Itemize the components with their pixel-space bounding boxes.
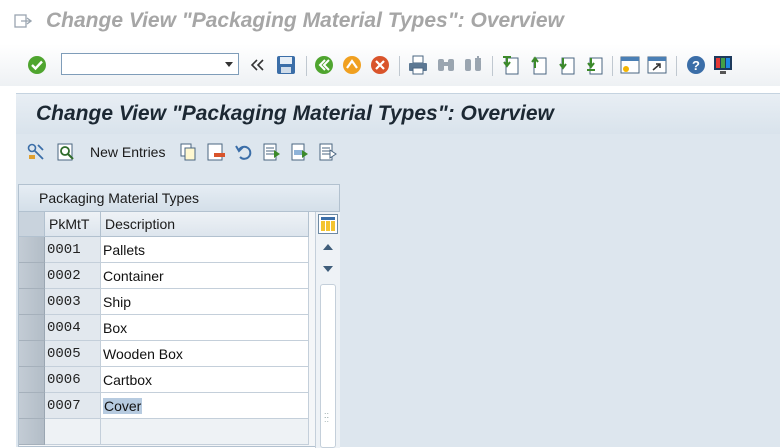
description-field[interactable]: Container	[101, 263, 309, 289]
toolbar-separator	[306, 56, 307, 76]
select-block-icon[interactable]	[290, 142, 310, 162]
find-next-icon[interactable]	[462, 54, 484, 76]
key-cell: 0004	[45, 315, 101, 341]
key-cell: 0007	[45, 393, 101, 419]
description-text: Cartbox	[103, 372, 153, 388]
toolbar-separator	[399, 56, 400, 76]
toolbar-separator	[492, 56, 493, 76]
table-row: 0006 Cartbox	[19, 367, 309, 393]
table-row: 0005 Wooden Box	[19, 341, 309, 367]
description-field[interactable]: Cartbox	[101, 367, 309, 393]
description-text: Ship	[103, 294, 132, 310]
cancel-icon[interactable]	[369, 54, 391, 76]
undo-icon[interactable]	[234, 142, 254, 162]
description-text: Wooden Box	[103, 346, 183, 362]
table-title-bar: Packaging Material Types	[19, 185, 339, 212]
key-cell: 0006	[45, 367, 101, 393]
column-header-pkmtt[interactable]: PkMtT	[45, 212, 101, 237]
new-entries-button[interactable]: New Entries	[90, 144, 165, 160]
key-cell: 0002	[45, 263, 101, 289]
help-icon[interactable]: ?	[685, 54, 707, 76]
table-row: 0003 Ship	[19, 289, 309, 315]
details-icon[interactable]	[56, 142, 76, 162]
key-cell: 0001	[45, 237, 101, 263]
exit-icon[interactable]	[341, 54, 363, 76]
shortcut-icon[interactable]	[646, 54, 668, 76]
more-icon[interactable]	[249, 56, 265, 78]
new-session-icon[interactable]	[619, 54, 641, 76]
description-field[interactable]: Ship	[101, 289, 309, 315]
description-text: Pallets	[103, 242, 146, 258]
table-row: 0007 Cover	[19, 393, 309, 419]
vertical-scrollbar[interactable]: ::::	[315, 212, 340, 448]
scroll-down-icon[interactable]	[323, 266, 333, 272]
table-row: 0002 Container	[19, 263, 309, 289]
print-icon[interactable]	[407, 54, 429, 76]
key-cell-empty	[45, 419, 101, 445]
select-all-rows-button[interactable]	[19, 212, 45, 237]
screen-title: Change View "Packaging Material Types": …	[36, 102, 554, 125]
description-text-selected: Cover	[103, 398, 143, 414]
row-selector[interactable]	[19, 419, 45, 445]
select-all-icon[interactable]	[262, 142, 282, 162]
description-field-empty[interactable]	[101, 419, 309, 445]
svg-text:?: ?	[692, 58, 700, 73]
deselect-all-icon[interactable]	[318, 142, 338, 162]
chevron-down-icon[interactable]	[225, 62, 233, 67]
row-selector[interactable]	[19, 367, 45, 393]
screen-header: Change View "Packaging Material Types": …	[16, 93, 780, 135]
table-control: Packaging Material Types PkMtT Descripti…	[18, 184, 340, 448]
display-change-icon[interactable]	[26, 142, 46, 162]
key-cell: 0003	[45, 289, 101, 315]
table-row: 0001 Pallets	[19, 237, 309, 263]
row-selector[interactable]	[19, 393, 45, 419]
menu-exit-icon[interactable]	[14, 13, 33, 32]
row-selector[interactable]	[19, 315, 45, 341]
description-field[interactable]: Pallets	[101, 237, 309, 263]
row-selector[interactable]	[19, 263, 45, 289]
description-text: Box	[103, 320, 128, 336]
key-cell: 0005	[45, 341, 101, 367]
title-bar: Change View "Packaging Material Types": …	[0, 0, 780, 44]
table-row-empty	[19, 419, 309, 445]
command-input[interactable]	[66, 55, 220, 75]
previous-page-icon[interactable]	[527, 54, 549, 76]
row-selector[interactable]	[19, 237, 45, 263]
enter-icon[interactable]	[26, 54, 48, 76]
customize-layout-icon[interactable]	[712, 54, 734, 76]
back-icon[interactable]	[313, 54, 335, 76]
last-page-icon[interactable]	[583, 54, 605, 76]
delete-icon[interactable]	[206, 142, 226, 162]
toolbar-separator	[676, 56, 677, 76]
description-text: Container	[103, 268, 164, 284]
description-field[interactable]: Wooden Box	[101, 341, 309, 367]
table-title: Packaging Material Types	[39, 190, 200, 206]
window-title: Change View "Packaging Material Types": …	[46, 9, 564, 32]
first-page-icon[interactable]	[499, 54, 521, 76]
next-page-icon[interactable]	[555, 54, 577, 76]
command-field[interactable]	[61, 53, 239, 75]
application-toolbar: New Entries	[16, 134, 780, 172]
description-field[interactable]: Cover	[101, 393, 309, 419]
copy-as-icon[interactable]	[178, 142, 198, 162]
description-field[interactable]: Box	[101, 315, 309, 341]
scroll-up-icon[interactable]	[323, 244, 333, 250]
left-margin	[0, 86, 16, 447]
toolbar-separator	[612, 56, 613, 76]
row-selector[interactable]	[19, 289, 45, 315]
find-icon[interactable]	[435, 54, 457, 76]
save-icon[interactable]	[275, 54, 297, 76]
scroll-grip-icon[interactable]: ::::	[324, 411, 329, 424]
column-header-description[interactable]: Description	[101, 212, 309, 237]
table-row: 0004 Box	[19, 315, 309, 341]
table-settings-icon[interactable]	[318, 214, 338, 234]
row-selector[interactable]	[19, 341, 45, 367]
